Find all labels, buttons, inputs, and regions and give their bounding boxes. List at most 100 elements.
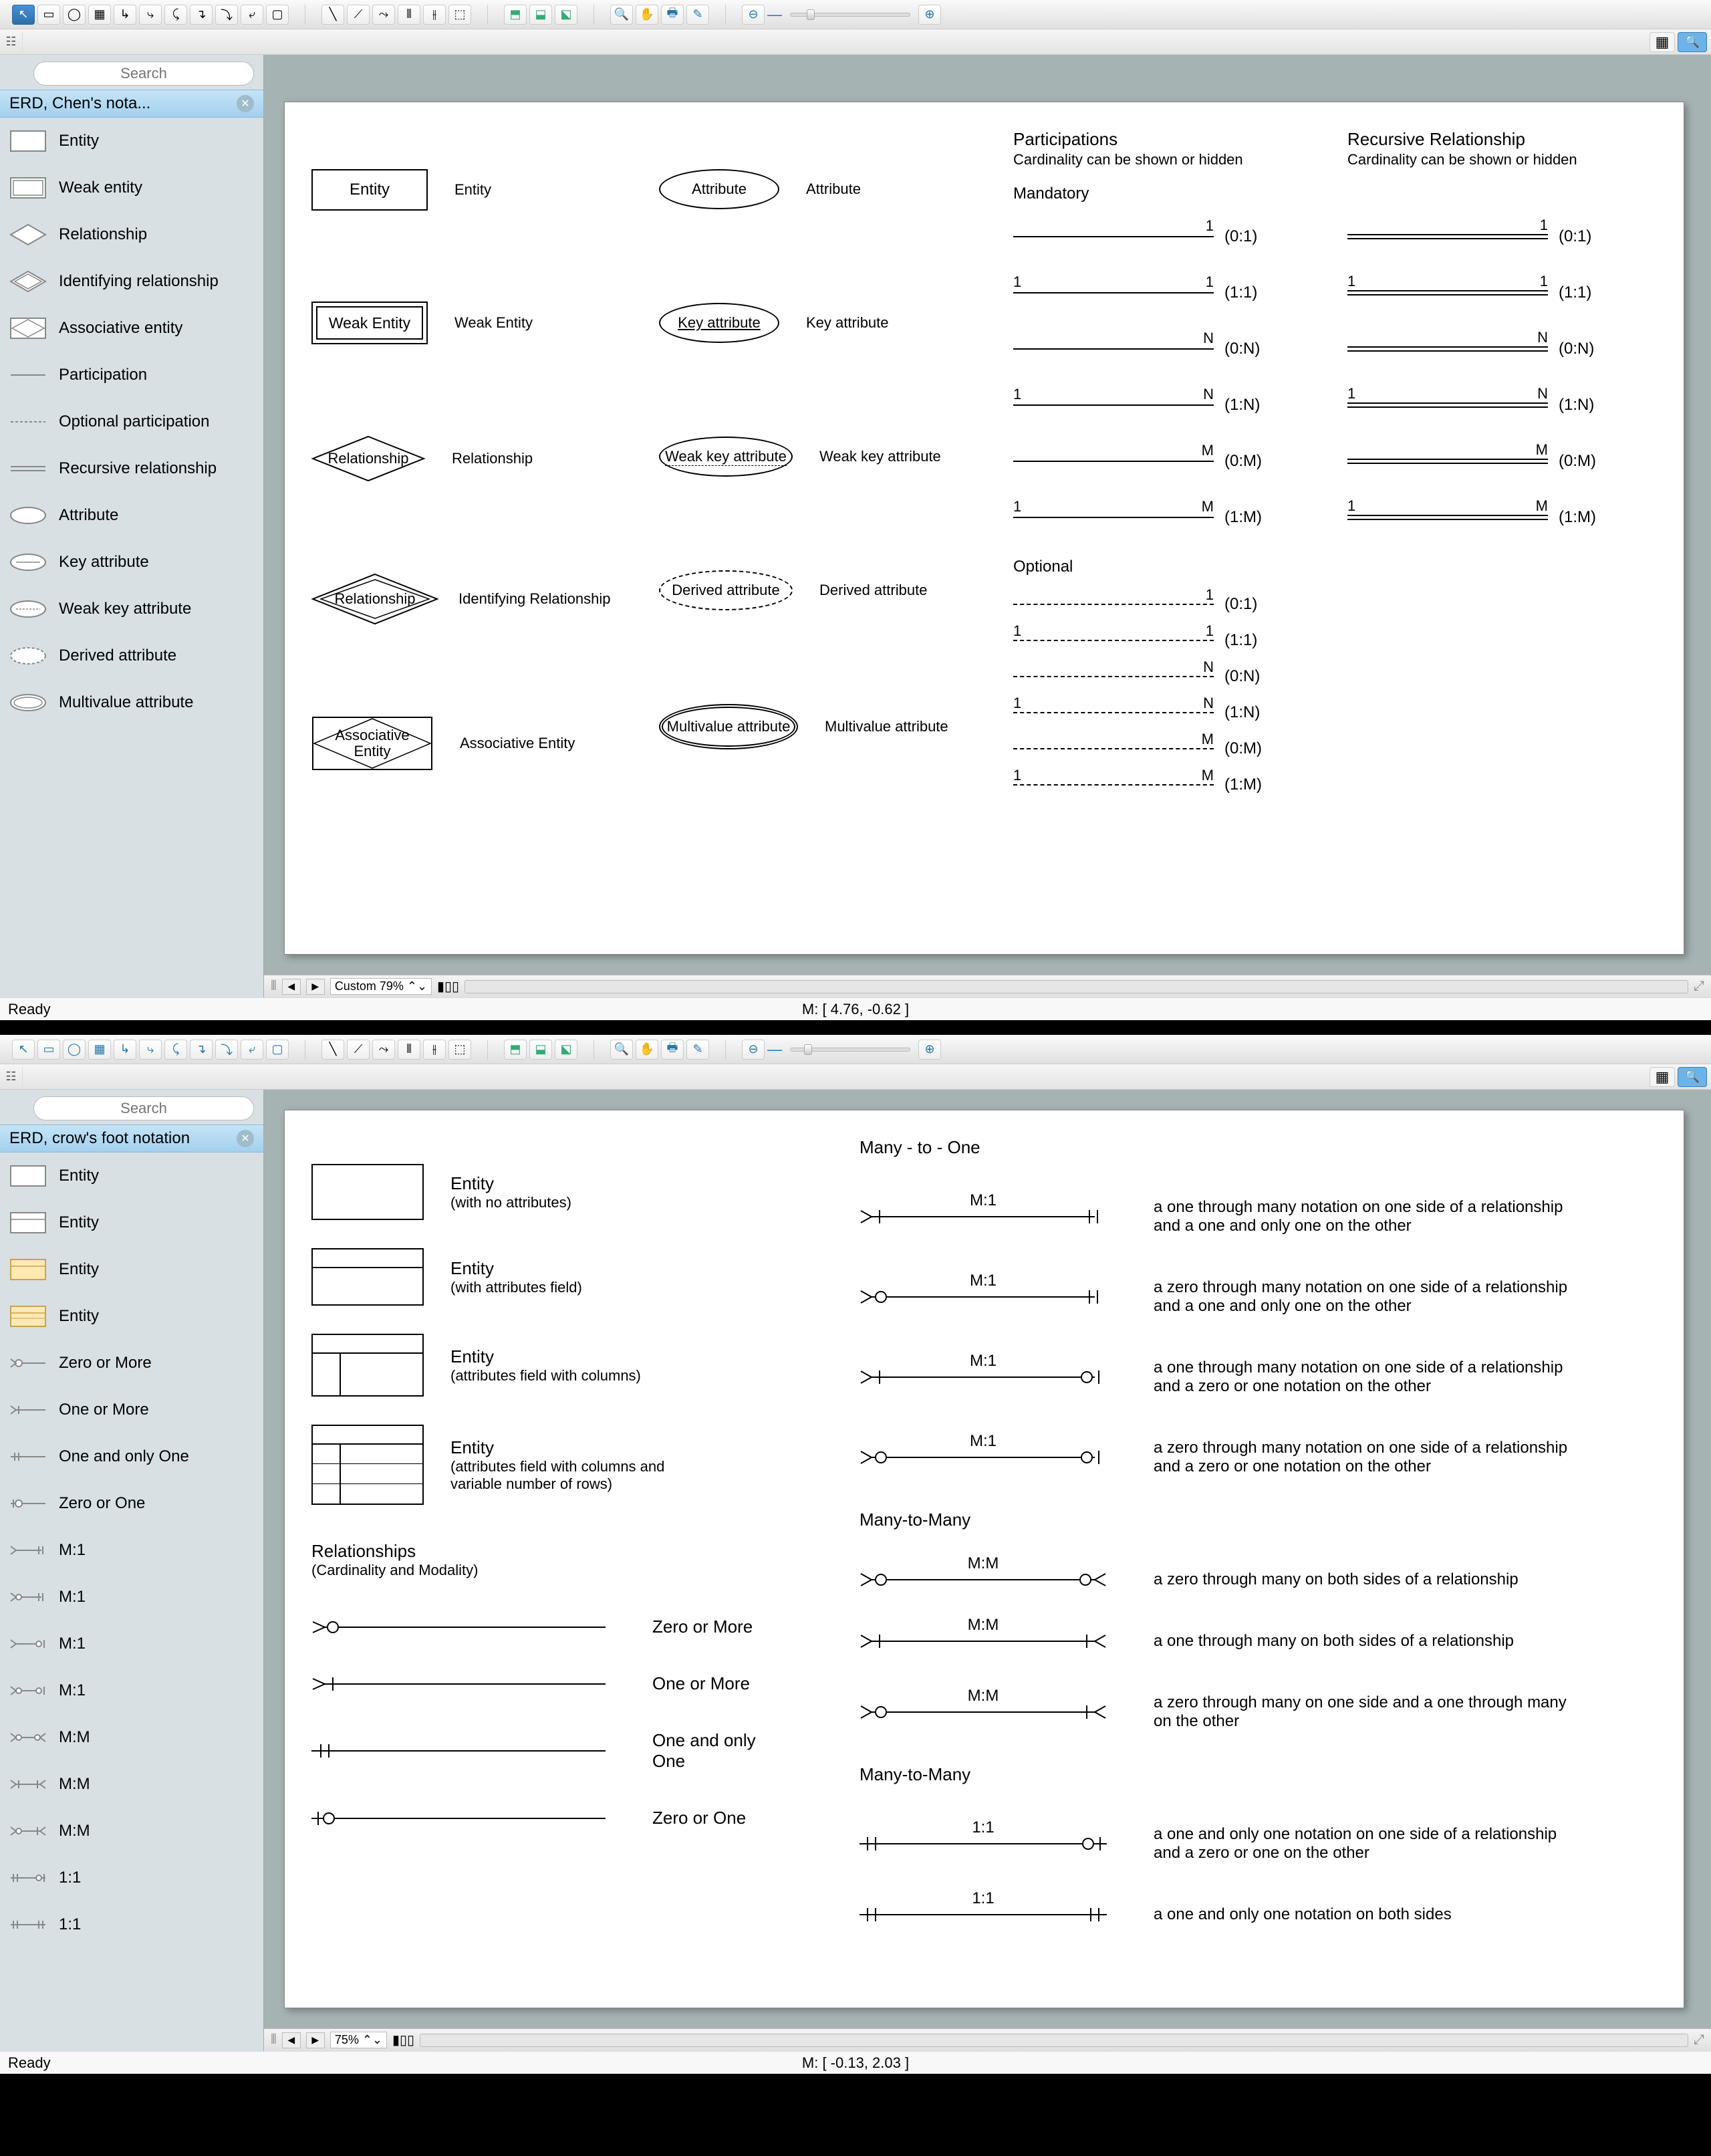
stencil-item[interactable]: Relationship (0, 211, 263, 258)
connector-tool-3[interactable]: ⤹ (164, 5, 187, 25)
align-tool-2[interactable]: ⫲ (423, 5, 446, 25)
print-tool[interactable]: 🖶 (661, 1040, 684, 1060)
zoom-in-button[interactable]: ⊕ (918, 5, 941, 25)
stencil-item[interactable]: Optional participation (0, 398, 263, 445)
page-prev-button[interactable]: ◀ (282, 979, 301, 995)
distribute-tool[interactable]: ⬚ (448, 5, 471, 25)
layers-tool[interactable]: ⬕ (555, 5, 577, 25)
table-tool[interactable]: ▦ (88, 5, 111, 25)
group-tool[interactable]: ⬒ (504, 5, 527, 25)
view-mode-icon[interactable]: ▮▯▯ (437, 978, 459, 995)
stencil-item[interactable]: M:1 (0, 1574, 263, 1621)
note-tool[interactable]: ▢ (266, 5, 289, 25)
stencil-item[interactable]: Entity (0, 118, 263, 164)
pointer-tool[interactable]: ↖ (12, 1040, 35, 1060)
connector-tool-6[interactable]: ⤶ (241, 5, 263, 25)
ungroup-tool[interactable]: ⬓ (529, 5, 552, 25)
rect-tool[interactable]: ▭ (37, 1040, 60, 1060)
grid-view-icon[interactable]: ▦ (1650, 1067, 1675, 1087)
zoom-out-button[interactable]: ⊖ (742, 5, 765, 25)
group-tool[interactable]: ⬒ (504, 1040, 527, 1060)
arc-tool[interactable]: ⟋ (347, 5, 370, 25)
stencil-item[interactable]: Entity (0, 1246, 263, 1293)
stencil-item[interactable]: Entity (0, 1293, 263, 1340)
stencil-item[interactable]: Zero or One (0, 1480, 263, 1527)
print-tool[interactable]: 🖶 (661, 5, 684, 25)
stencil-item[interactable]: Recursive relationship (0, 445, 263, 492)
rect-tool[interactable]: ▭ (37, 5, 60, 25)
connector-tool-4[interactable]: ↴ (190, 1040, 213, 1060)
connector-tool-3[interactable]: ⤹ (164, 1040, 187, 1060)
pointer-tool[interactable]: ↖ (12, 5, 35, 25)
resize-grip-icon[interactable]: ⤢ (1694, 979, 1704, 994)
search-toggle-button[interactable]: 🔍 (1678, 1067, 1707, 1087)
zoom-dropdown[interactable]: 75% ⌃⌄ (330, 2032, 387, 2048)
stencil-panel-header[interactable]: ERD, Chen's nota... ✕ (0, 90, 263, 118)
stencil-item[interactable]: Weak key attribute (0, 586, 263, 632)
polyline-tool[interactable]: ⤳ (372, 1040, 395, 1060)
stencil-item[interactable]: M:1 (0, 1667, 263, 1714)
stencil-item[interactable]: M:1 (0, 1527, 263, 1574)
connector-tool-4[interactable]: ↴ (190, 5, 213, 25)
stencil-search-input[interactable] (33, 62, 254, 86)
stencil-item[interactable]: Key attribute (0, 539, 263, 586)
layers-tool[interactable]: ⬕ (555, 1040, 577, 1060)
view-mode-icon[interactable]: ▮▯▯ (392, 2032, 414, 2048)
zoom-tool[interactable]: 🔍 (610, 1040, 633, 1060)
search-toggle-button[interactable]: 🔍 (1678, 32, 1707, 52)
stencil-item[interactable]: One and only One (0, 1433, 263, 1480)
stencil-item[interactable]: Multivalue attribute (0, 679, 263, 726)
connector-tool-1[interactable]: ↳ (114, 1040, 136, 1060)
table-tool[interactable]: ▦ (88, 1040, 111, 1060)
connector-tool-2[interactable]: ⤷ (139, 1040, 162, 1060)
zoom-in-button[interactable]: ⊕ (918, 1040, 941, 1060)
stencil-item[interactable]: Weak entity (0, 164, 263, 211)
stencil-item[interactable]: 1:1 (0, 1854, 263, 1901)
stencil-item[interactable]: Entity (0, 1153, 263, 1199)
stencil-search-input[interactable] (33, 1096, 254, 1120)
line-tool[interactable]: ╲ (321, 1040, 344, 1060)
resize-grip-icon[interactable]: ⤢ (1694, 2032, 1704, 2048)
align-tool-2[interactable]: ⫲ (423, 1040, 446, 1060)
note-tool[interactable]: ▢ (266, 1040, 289, 1060)
connector-tool-5[interactable]: ⤵ (215, 1040, 238, 1060)
stencil-item[interactable]: One or More (0, 1387, 263, 1433)
stencil-item[interactable]: Zero or More (0, 1340, 263, 1387)
stencil-item[interactable]: Derived attribute (0, 632, 263, 679)
align-tool-1[interactable]: ⫴ (398, 5, 420, 25)
drawing-canvas[interactable]: Entity Entity Weak Entity Weak Entity Re… (284, 102, 1684, 955)
stencil-item[interactable]: M:1 (0, 1621, 263, 1667)
stencil-item[interactable]: Participation (0, 352, 263, 398)
stencil-item[interactable]: 1:1 (0, 1901, 263, 1948)
zoom-slider[interactable] (790, 13, 910, 17)
stencil-panel-header[interactable]: ERD, crow's foot notation ✕ (0, 1124, 263, 1153)
edit-tool[interactable]: ✎ (686, 1040, 709, 1060)
stencil-item[interactable]: M:M (0, 1761, 263, 1808)
connector-tool-5[interactable]: ⤵ (215, 5, 238, 25)
ellipse-tool[interactable]: ◯ (63, 5, 86, 25)
polyline-tool[interactable]: ⤳ (372, 5, 395, 25)
stencil-item[interactable]: Identifying relationship (0, 258, 263, 305)
drawing-canvas[interactable]: Entity(with no attributes) Entity(with a… (284, 1110, 1684, 2008)
panel-close-icon[interactable]: ✕ (237, 95, 254, 112)
tree-view-icon[interactable]: ☷ (0, 1067, 23, 1087)
ungroup-tool[interactable]: ⬓ (529, 1040, 552, 1060)
edit-tool[interactable]: ✎ (686, 5, 709, 25)
ellipse-tool[interactable]: ◯ (63, 1040, 86, 1060)
align-tool-1[interactable]: ⫴ (398, 1040, 420, 1060)
page-next-button[interactable]: ▶ (306, 2032, 325, 2048)
stencil-item[interactable]: Attribute (0, 492, 263, 539)
distribute-tool[interactable]: ⬚ (448, 1040, 471, 1060)
stencil-item[interactable]: M:M (0, 1808, 263, 1854)
page-prev-button[interactable]: ◀ (282, 2032, 301, 2048)
zoom-tool[interactable]: 🔍 (610, 5, 633, 25)
stencil-item[interactable]: Associative entity (0, 305, 263, 352)
zoom-slider[interactable] (790, 1048, 910, 1052)
zoom-out-button[interactable]: ⊖ (742, 1040, 765, 1060)
stencil-item[interactable]: Entity (0, 1199, 263, 1246)
grid-view-icon[interactable]: ▦ (1650, 32, 1675, 52)
line-tool[interactable]: ╲ (321, 5, 344, 25)
tree-view-icon[interactable]: ☷ (0, 32, 23, 52)
pan-tool[interactable]: ✋ (636, 1040, 658, 1060)
zoom-dropdown[interactable]: Custom 79% ⌃⌄ (330, 978, 432, 995)
